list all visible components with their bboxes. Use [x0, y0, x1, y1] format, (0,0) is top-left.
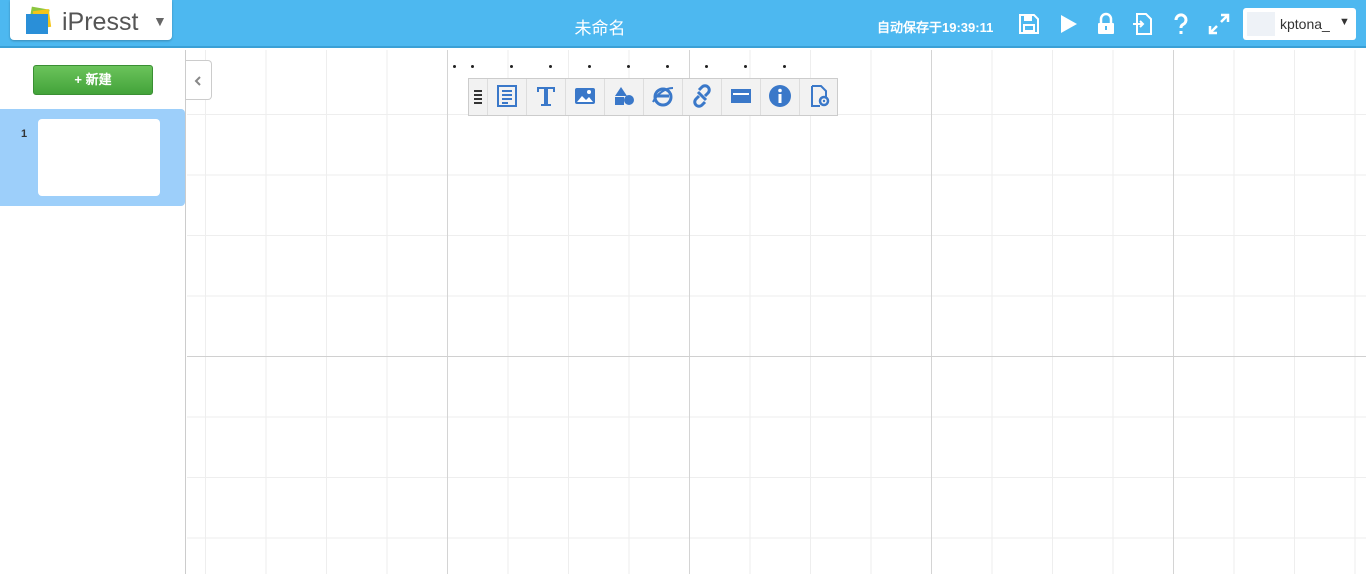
toolbar-drag-handle-icon[interactable] [474, 90, 482, 106]
chevron-left-icon [194, 76, 201, 86]
web-icon [652, 87, 674, 107]
insert-media-button[interactable] [721, 79, 760, 115]
drag-dot [588, 65, 591, 68]
drag-dot [666, 65, 669, 68]
slide-sidebar: + 新建 1 [0, 50, 186, 574]
drag-dot [783, 65, 786, 68]
drag-dot [471, 65, 474, 68]
play-icon[interactable] [1056, 12, 1080, 36]
insert-text-frame-button[interactable] [487, 79, 526, 115]
drag-dot [453, 65, 456, 68]
drag-dot [744, 65, 747, 68]
link-icon [693, 84, 711, 108]
save-icon[interactable] [1017, 12, 1041, 36]
help-icon[interactable] [1169, 12, 1193, 36]
user-name: kptona_ [1280, 16, 1330, 32]
user-menu-caret-icon[interactable]: ▼ [1339, 16, 1350, 28]
canvas-grid [187, 50, 1366, 574]
lock-icon[interactable] [1094, 12, 1118, 36]
slide-list-item[interactable]: 1 [0, 109, 185, 206]
autosave-status: 自动保存于19:39:11 [877, 20, 994, 35]
new-slide-button[interactable]: + 新建 [33, 65, 153, 95]
info-icon [769, 85, 791, 107]
drag-dot [627, 65, 630, 68]
text-icon [537, 87, 555, 106]
editor-canvas[interactable] [187, 50, 1366, 574]
user-menu[interactable]: kptona_ ▼ [1243, 8, 1356, 40]
page-settings-button[interactable] [799, 79, 838, 115]
shape-icon [615, 87, 634, 105]
insert-image-button[interactable] [565, 79, 604, 115]
sidebar-collapse-button[interactable] [186, 60, 212, 100]
image-icon [575, 88, 595, 104]
insert-toolbar [468, 78, 838, 116]
fullscreen-icon[interactable] [1207, 12, 1231, 36]
settings-icon [811, 85, 830, 107]
insert-web-button[interactable] [643, 79, 682, 115]
insert-shape-button[interactable] [604, 79, 643, 115]
drag-dot [549, 65, 552, 68]
import-icon[interactable] [1131, 12, 1155, 36]
drag-dot [705, 65, 708, 68]
insert-text-button[interactable] [526, 79, 565, 115]
avatar [1247, 12, 1275, 36]
slide-number: 1 [21, 128, 28, 140]
insert-info-button[interactable] [760, 79, 799, 115]
media-icon [731, 89, 751, 103]
text-frame-icon [497, 85, 517, 107]
slide-thumbnail[interactable] [38, 119, 160, 196]
drag-dot [510, 65, 513, 68]
insert-link-button[interactable] [682, 79, 721, 115]
top-bar: iPresst ▼ 未命名 自动保存于19:39:11 kptona_ ▼ [0, 0, 1366, 48]
